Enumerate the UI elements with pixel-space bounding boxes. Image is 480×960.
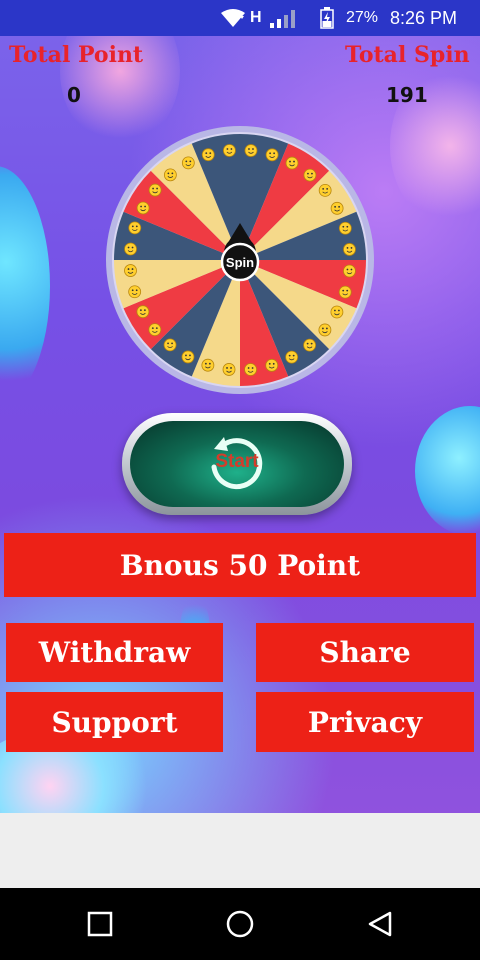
grin-emoji-icon <box>201 148 215 162</box>
laugh-emoji-icon <box>201 358 215 372</box>
sunglasses-emoji-icon <box>148 323 162 337</box>
bonus-button[interactable]: Bnous 50 Point <box>4 533 476 597</box>
wink-emoji-icon <box>223 144 236 157</box>
bottom-gap <box>0 813 480 888</box>
kiss-emoji-icon <box>330 305 344 319</box>
wink-emoji-icon <box>265 148 279 162</box>
start-label: Start <box>215 451 259 472</box>
laugh-emoji-icon <box>124 264 137 277</box>
background-blob <box>0 166 50 406</box>
grin-emoji-icon <box>181 350 195 364</box>
total-spin-value: 191 <box>386 83 428 107</box>
share-button[interactable]: Share <box>256 623 474 682</box>
grin-emoji-icon <box>303 338 317 352</box>
start-button[interactable]: Start <box>122 413 352 515</box>
network-type: H <box>250 9 262 26</box>
spin-wheel[interactable]: Spin <box>105 125 375 395</box>
total-point-value: 0 <box>67 83 81 107</box>
kiss-emoji-icon <box>163 168 177 182</box>
sunglasses-emoji-icon <box>136 201 150 215</box>
wink-emoji-icon <box>285 350 299 364</box>
withdraw-button[interactable]: Withdraw <box>6 623 223 682</box>
wheel-center-label: Spin <box>226 255 254 270</box>
laugh-emoji-icon <box>318 323 332 337</box>
home-icon[interactable] <box>200 888 280 960</box>
smile-emoji-icon <box>136 305 150 319</box>
wheel-graphic: Spin <box>106 126 374 394</box>
grin-emoji-icon <box>124 242 137 256</box>
privacy-button[interactable]: Privacy <box>256 692 474 752</box>
laugh-emoji-icon <box>181 156 195 170</box>
kiss-emoji-icon <box>222 363 236 376</box>
start-button-face: Start <box>130 421 344 507</box>
smile-emoji-icon <box>338 285 352 299</box>
wink-emoji-icon <box>128 221 142 235</box>
kiss-emoji-icon <box>128 285 142 299</box>
grin-emoji-icon <box>244 144 258 157</box>
sunglasses-emoji-icon <box>285 156 299 170</box>
sunglasses-emoji-icon <box>265 358 279 372</box>
recents-icon[interactable] <box>60 888 140 960</box>
signal-icon <box>268 0 298 36</box>
smile-emoji-icon <box>148 183 162 197</box>
wink-emoji-icon <box>343 243 356 256</box>
kiss-emoji-icon <box>318 183 332 197</box>
grin-emoji-icon <box>338 221 352 235</box>
wink-emoji-icon <box>163 338 177 352</box>
battery-icon <box>320 0 334 36</box>
total-point-label: Total Point <box>9 42 144 68</box>
status-bar: H 27% 8:26 PM <box>0 0 480 36</box>
app-content: Total Point 0 Total Spin 191 Spin Start … <box>0 36 480 813</box>
sunglasses-emoji-icon <box>343 264 356 278</box>
battery-percent: 27% <box>346 9 379 26</box>
smile-emoji-icon <box>244 363 257 376</box>
laugh-emoji-icon <box>330 201 344 215</box>
back-icon[interactable] <box>340 888 420 960</box>
smile-emoji-icon <box>303 168 317 182</box>
background-blob <box>415 406 480 536</box>
clock: 8:26 PM <box>390 7 458 28</box>
wifi-icon <box>220 0 246 36</box>
system-nav-bar <box>0 888 480 960</box>
support-button[interactable]: Support <box>6 692 223 752</box>
total-spin-label: Total Spin <box>345 42 470 68</box>
